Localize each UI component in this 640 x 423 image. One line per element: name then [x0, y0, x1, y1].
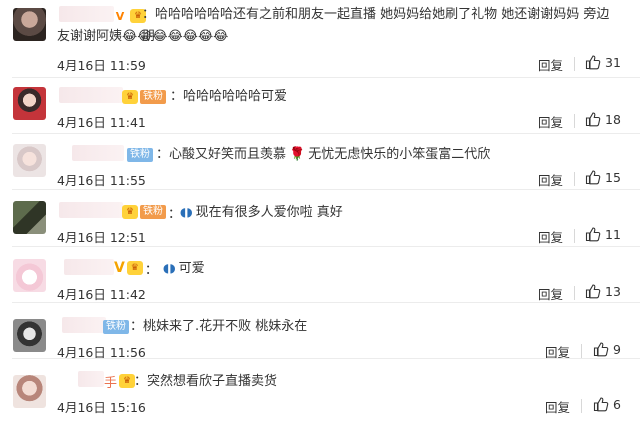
fan-badge: 铁粉 — [103, 320, 129, 334]
username-tail[interactable]: 手 — [104, 372, 117, 391]
username-masked[interactable] — [59, 6, 114, 22]
colon: ： — [144, 262, 158, 278]
reply-button[interactable]: 回复 — [538, 112, 563, 131]
comment-date: 4月16日 11:41 — [57, 115, 146, 130]
thumbs-up-icon — [585, 284, 601, 299]
username-masked[interactable] — [72, 145, 124, 161]
like-button[interactable]: 13 — [585, 283, 621, 299]
badges: 手 ♛ — [104, 372, 136, 391]
avatar[interactable] — [13, 201, 46, 234]
comment-item: 手 ♛ ：突然想看欣子直播卖货 4月16日 15:16 回复 6 — [0, 359, 640, 423]
badges: ♛ 铁粉 ： — [122, 204, 181, 222]
reply-button[interactable]: 回复 — [538, 170, 563, 189]
comment-item: 铁粉 ：心酸又好笑而且羡慕 🌹 无忧无虑快乐的小笨蛋富二代欣 4月16日 11:55… — [0, 134, 640, 190]
badges: 铁粉 — [103, 319, 129, 335]
comment-text: ◖◗ 现在有很多人爱你啦 真好 — [180, 205, 343, 220]
separator — [574, 172, 575, 186]
fan-badge: 铁粉 — [140, 205, 166, 219]
thumbs-up-icon — [585, 170, 601, 185]
crown-icon: ♛ — [119, 374, 136, 388]
thumbs-up-icon — [585, 55, 601, 70]
avatar[interactable] — [13, 8, 46, 41]
crown-icon: ♛ — [122, 205, 138, 219]
comment-text: ：突然想看欣子直播卖货 — [134, 374, 278, 389]
laugh-emoji-icon: 😂😂😂😂😂😂😂 — [122, 29, 229, 44]
fish-icon: ◖◗ — [180, 205, 193, 219]
rose-icon: 🌹 — [289, 147, 306, 162]
crown-icon: ♛ — [122, 90, 138, 104]
thumbs-up-icon — [593, 397, 609, 412]
fish-icon: ◖◗ — [163, 261, 176, 275]
comment-text: ：心酸又好笑而且羡慕 🌹 无忧无虑快乐的小笨蛋富二代欣 — [156, 144, 490, 166]
avatar[interactable] — [13, 144, 46, 177]
reply-button[interactable]: 回复 — [545, 397, 570, 416]
v-verified-icon: V — [114, 260, 125, 276]
separator — [581, 399, 582, 413]
like-count: 31 — [605, 54, 621, 70]
reply-button[interactable]: 回复 — [538, 284, 563, 303]
separator — [574, 286, 575, 300]
thumbs-up-icon — [593, 342, 609, 357]
comment-item: 铁粉 ：桃妹来了.花开不败 桃妹永在 4月16日 11:56 回复 9 — [0, 303, 640, 360]
badges: ♛ 铁粉 — [122, 89, 166, 105]
like-button[interactable]: 31 — [585, 54, 621, 70]
avatar[interactable] — [13, 259, 46, 292]
like-button[interactable]: 18 — [585, 111, 621, 127]
comment-text: ◖◗ 可爱 — [163, 261, 205, 276]
avatar[interactable] — [13, 87, 46, 120]
avatar[interactable] — [13, 375, 46, 408]
comment-text: ：哈哈哈哈哈哈可爱 — [170, 89, 288, 104]
like-count: 11 — [605, 226, 621, 242]
like-count: 13 — [605, 283, 621, 299]
vip-icon: V — [115, 9, 125, 23]
avatar[interactable] — [13, 319, 46, 352]
like-count: 15 — [605, 169, 621, 185]
like-count: 9 — [613, 341, 621, 357]
comment-date: 4月16日 11:55 — [57, 173, 146, 188]
like-count: 18 — [605, 111, 621, 127]
separator — [581, 344, 582, 358]
fan-badge: 铁粉 — [127, 148, 153, 162]
comment-item: ♛ 铁粉 ：哈哈哈哈哈哈可爱 4月16日 11:41 回复 18 — [0, 78, 640, 134]
comment-date: 4月16日 12:51 — [57, 230, 146, 245]
username-masked[interactable] — [59, 202, 123, 218]
comment-item: ♛ 铁粉 ： ◖◗ 现在有很多人爱你啦 真好 4月16日 12:51 回复 11 — [0, 190, 640, 247]
like-button[interactable]: 15 — [585, 169, 621, 185]
like-button[interactable]: 11 — [585, 226, 621, 242]
badges: V ♛ — [112, 8, 146, 24]
reply-button[interactable]: 回复 — [538, 55, 563, 74]
username-masked[interactable] — [59, 87, 123, 103]
reply-button[interactable]: 回复 — [538, 227, 563, 246]
like-count: 6 — [613, 396, 621, 412]
thumbs-up-icon — [585, 227, 601, 242]
separator — [574, 229, 575, 243]
thumbs-up-icon — [585, 112, 601, 127]
comment-date: 4月16日 11:59 — [57, 58, 146, 73]
crown-icon: ♛ — [126, 261, 143, 275]
separator — [574, 57, 575, 71]
username-masked[interactable] — [62, 317, 106, 333]
username-masked[interactable] — [64, 259, 114, 275]
comment-item: V ♛ ： ◖◗ 可爱 4月16日 11:42 回复 13 — [0, 247, 640, 303]
comment-date: 4月16日 15:16 — [57, 400, 146, 415]
badges: 铁粉 — [127, 147, 153, 163]
badges: V ♛ ： — [114, 260, 158, 278]
fan-badge: 铁粉 — [140, 90, 166, 104]
comment-date: 4月16日 11:42 — [57, 287, 146, 302]
comment-item: V ♛ ：哈哈哈哈哈哈还有之前和朋友一起直播 她妈妈给她刷了礼物 她还谢谢妈妈 … — [0, 0, 640, 78]
comment-text: ：桃妹来了.花开不败 桃妹永在 — [130, 319, 308, 334]
comment-text-line2: 友谢谢阿姨😂😂😂😂😂😂😂 — [57, 26, 617, 48]
username-masked[interactable] — [78, 371, 104, 387]
like-button[interactable]: 6 — [593, 396, 621, 412]
like-button[interactable]: 9 — [593, 341, 621, 357]
separator — [574, 114, 575, 128]
